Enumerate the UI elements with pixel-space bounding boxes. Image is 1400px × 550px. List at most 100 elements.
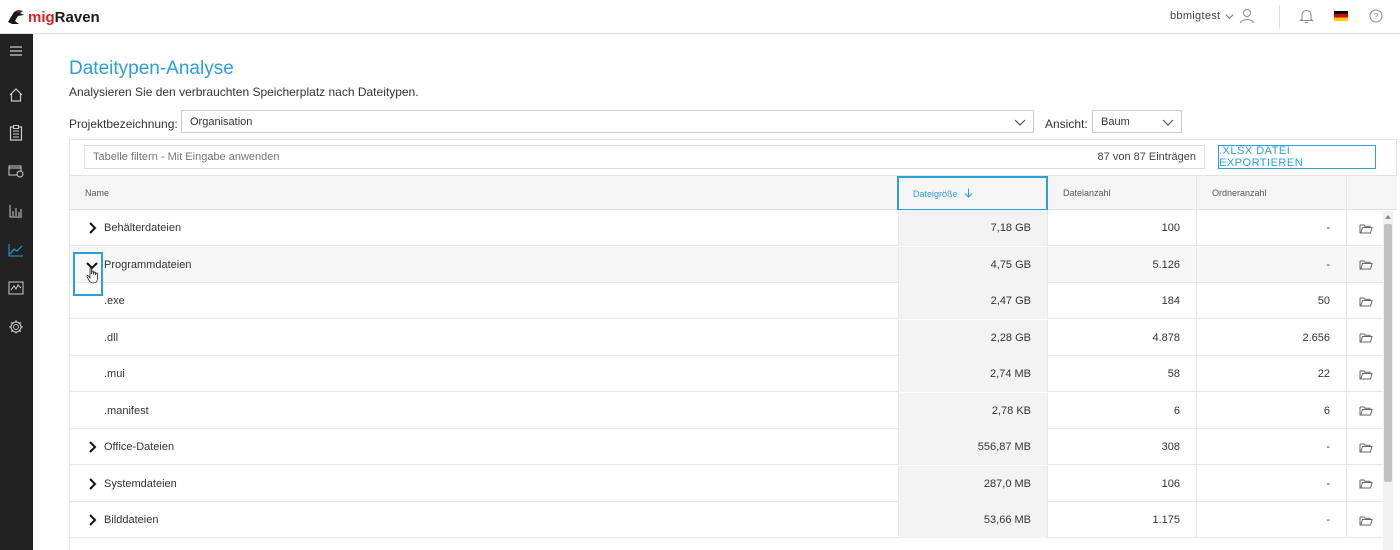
table-row[interactable]: Office-Dateien 556,87 MB 308- xyxy=(70,429,1384,465)
settings-icon[interactable] xyxy=(6,317,26,337)
chevron-down-icon xyxy=(1014,119,1026,126)
cell-folders: - xyxy=(1197,465,1347,502)
cell-folders: - xyxy=(1197,502,1347,538)
cell-name: Office-Dateien xyxy=(70,429,898,465)
table-row[interactable]: .dll 2,28 GB 4.878 2.656 xyxy=(70,319,1384,356)
cell-folders: 22 xyxy=(1197,356,1347,392)
cell-count: 6 xyxy=(1048,392,1197,429)
cell-size: 2,78 KB xyxy=(898,392,1048,429)
view-select-value: Baum xyxy=(1101,116,1130,128)
cell-count: 100 xyxy=(1048,210,1197,246)
folder-open-icon xyxy=(1359,443,1373,452)
menu-icon[interactable] xyxy=(6,41,26,61)
cell-folders: - xyxy=(1197,429,1347,465)
project-select-value: Organisation xyxy=(190,116,253,128)
cell-size: 2,28 GB xyxy=(898,319,1048,356)
table-row[interactable]: .exe 2,47 GB 184 50 xyxy=(70,283,1384,319)
open-folder-button[interactable] xyxy=(1347,466,1384,502)
open-folder-button[interactable] xyxy=(1347,393,1384,429)
folder-open-icon xyxy=(1359,297,1373,306)
activity-chart-icon[interactable] xyxy=(6,278,26,298)
open-folder-button[interactable] xyxy=(1347,210,1384,246)
cell-size: 287,0 MB xyxy=(898,465,1048,502)
file-type-table: Name Dateigröße Dateianzahl Ordneranzahl… xyxy=(69,175,1397,550)
column-header-size[interactable]: Dateigröße xyxy=(897,176,1048,211)
column-header-size-label: Dateigröße xyxy=(913,189,958,199)
open-folder-button[interactable] xyxy=(1347,429,1384,465)
raven-logo-icon xyxy=(8,10,24,24)
table-filter-input[interactable] xyxy=(84,145,1205,169)
export-xlsx-button[interactable]: .XLSX DATEI EXPORTIEREN xyxy=(1218,145,1376,169)
user-icon xyxy=(1240,9,1255,24)
cell-name: Behälterdateien xyxy=(70,210,898,246)
brand-name: migRaven xyxy=(28,8,100,26)
table-row[interactable]: .manifest 2,78 KB 6 6 xyxy=(70,392,1384,429)
row-name: Bilddateien xyxy=(104,514,159,526)
folder-open-icon xyxy=(1359,370,1373,379)
folder-open-icon xyxy=(1359,406,1373,416)
cell-size: 53,66 MB xyxy=(898,502,1048,538)
cell-count: 106 xyxy=(1048,465,1197,502)
chevron-down-icon xyxy=(1162,119,1174,126)
home-icon[interactable] xyxy=(6,85,26,105)
clipboard-icon[interactable] xyxy=(6,123,26,143)
notification-bell-icon[interactable] xyxy=(1297,7,1315,25)
cell-folders: 6 xyxy=(1197,392,1347,429)
row-name: Behälterdateien xyxy=(104,222,182,234)
folder-open-icon xyxy=(1359,333,1373,343)
table-row[interactable]: Systemdateien 287,0 MB 106- xyxy=(70,465,1384,502)
cell-name: .manifest xyxy=(70,393,898,429)
de-flag-icon[interactable] xyxy=(1332,7,1350,25)
view-select[interactable]: Baum xyxy=(1092,110,1182,133)
migraven-logo[interactable]: migRaven xyxy=(6,8,100,26)
cell-name: .mui xyxy=(70,356,898,392)
open-folder-button[interactable] xyxy=(1347,356,1384,392)
table-row[interactable]: .mui 2,74 MB 58 22 xyxy=(70,356,1384,392)
column-header-name[interactable]: Name xyxy=(70,176,898,211)
open-folder-button[interactable] xyxy=(1347,247,1384,283)
table-scrollbar-thumb[interactable] xyxy=(1384,224,1392,482)
cell-name: Programmdateien xyxy=(70,247,898,283)
cell-name: Bilddateien xyxy=(70,502,898,538)
open-folder-button[interactable] xyxy=(1347,283,1384,319)
cell-folders: - xyxy=(1197,246,1347,283)
cell-name: Systemdateien xyxy=(70,466,898,502)
cell-count: 184 xyxy=(1048,283,1197,319)
table-row[interactable]: Programmdateien 4,75 GB 5.126- xyxy=(70,246,1384,296)
folder-open-icon xyxy=(1359,224,1373,233)
cell-folders: - xyxy=(1197,210,1347,246)
cell-count: 58 xyxy=(1048,356,1197,392)
table-row[interactable]: Bilddateien 53,66 MB 1.175- xyxy=(70,502,1384,538)
scroll-up-arrow-icon[interactable] xyxy=(1384,213,1392,221)
row-name: .dll xyxy=(104,331,119,344)
cell-size: 2,74 MB xyxy=(898,356,1048,392)
user-menu[interactable]: bbmigtest xyxy=(1170,8,1255,24)
top-bar: migRaven bbmigtest ? xyxy=(0,0,1400,34)
project-select[interactable]: Organisation xyxy=(181,110,1034,133)
header-divider xyxy=(1279,5,1280,29)
folder-open-icon xyxy=(1359,479,1373,489)
project-label: Projektbezeichnung: xyxy=(69,117,178,131)
open-folder-button[interactable] xyxy=(1347,502,1384,538)
cell-name: .dll xyxy=(70,320,898,356)
row-name: .exe xyxy=(104,295,125,307)
column-header-folders[interactable]: Ordneranzahl xyxy=(1197,176,1347,211)
open-folder-button[interactable] xyxy=(1347,320,1384,356)
view-label: Ansicht: xyxy=(1045,117,1088,131)
username: bbmigtest xyxy=(1170,10,1221,22)
chevron-down-icon xyxy=(1225,13,1234,19)
bar-chart-icon[interactable] xyxy=(6,201,26,221)
report-icon[interactable] xyxy=(6,161,26,181)
line-chart-icon[interactable] xyxy=(6,240,26,260)
cell-count: 5.126 xyxy=(1048,246,1197,283)
help-icon[interactable]: ? xyxy=(1367,7,1385,25)
sidebar xyxy=(0,34,33,550)
table-row[interactable]: Behälterdateien 7,18 GB 100- xyxy=(70,210,1384,246)
cell-size: 4,75 GB xyxy=(898,246,1048,283)
folder-open-icon xyxy=(1359,260,1373,270)
sort-arrow-down-icon xyxy=(964,188,973,198)
column-header-count[interactable]: Dateianzahl xyxy=(1048,176,1197,211)
table-header: Name Dateigröße Dateianzahl Ordneranzahl xyxy=(70,175,1397,211)
cell-name: .exe xyxy=(70,283,898,319)
cell-count: 4.878 xyxy=(1048,319,1197,356)
